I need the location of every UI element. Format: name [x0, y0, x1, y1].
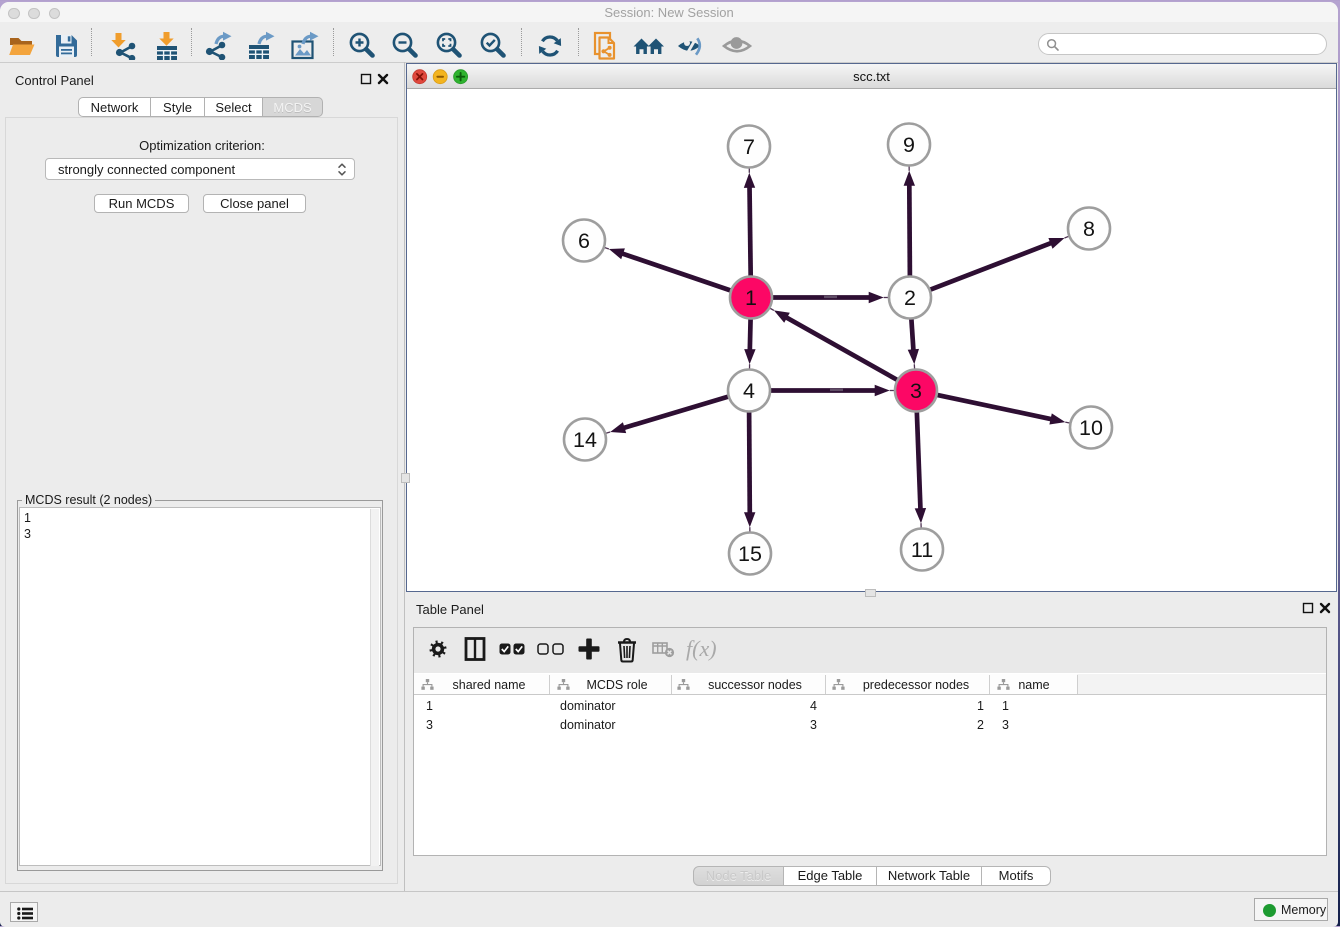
svg-text:15: 15 [738, 542, 762, 566]
svg-text:3: 3 [910, 379, 922, 403]
svg-text:4: 4 [743, 379, 755, 403]
svg-text:11: 11 [911, 538, 933, 562]
svg-text:9: 9 [903, 133, 915, 157]
svg-text:6: 6 [578, 229, 590, 253]
svg-text:7: 7 [743, 135, 755, 159]
svg-text:8: 8 [1083, 217, 1095, 241]
svg-text:1: 1 [745, 286, 757, 310]
svg-text:2: 2 [904, 286, 916, 310]
svg-text:14: 14 [573, 428, 597, 452]
svg-text:10: 10 [1079, 416, 1103, 440]
